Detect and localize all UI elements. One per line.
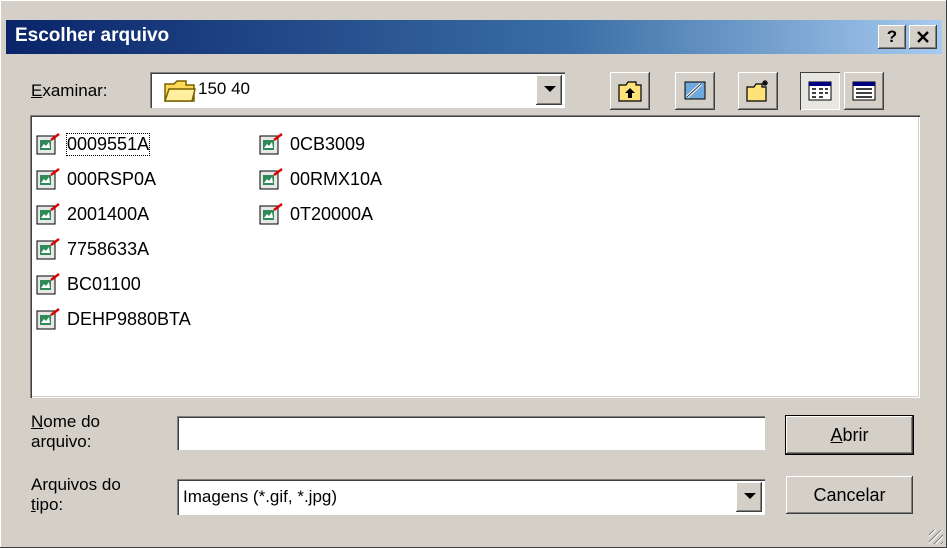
resize-grip[interactable] — [929, 530, 943, 544]
shortcut-file-icon — [258, 202, 286, 226]
file-name: 0CB3009 — [290, 133, 366, 154]
details-view-icon — [852, 81, 876, 101]
file-name: 000RSP0A — [67, 168, 157, 189]
lookin-combo[interactable]: 150 40 — [150, 72, 565, 108]
file-name: 2001400A — [67, 203, 150, 224]
filetype-combo[interactable]: Imagens (*.gif, *.jpg) — [177, 479, 765, 515]
cancel-button[interactable]: Cancelar — [786, 476, 913, 514]
shortcut-file-icon — [35, 272, 63, 296]
shortcut-file-icon — [258, 167, 286, 191]
shortcut-file-icon — [35, 307, 63, 331]
shortcut-file-icon — [35, 167, 63, 191]
filetype-value: Imagens (*.gif, *.jpg) — [183, 487, 338, 506]
file-item[interactable]: 000RSP0A — [35, 164, 156, 194]
file-name: 00RMX10A — [290, 168, 383, 189]
help-button[interactable]: ? — [878, 25, 906, 49]
shortcut-file-icon — [35, 132, 63, 156]
shortcut-file-icon — [35, 237, 63, 261]
file-name: DEHP9880BTA — [67, 308, 191, 329]
filename-label: Nome do arquivo: — [31, 412, 100, 451]
close-icon — [917, 31, 929, 43]
file-open-dialog: Escolher arquivo ? Examinar: 150 40 0009… — [0, 0, 947, 548]
lookin-label: Examinar: — [31, 81, 108, 100]
open-button[interactable]: Abrir — [785, 415, 914, 455]
details-view-button[interactable] — [844, 72, 884, 110]
file-item[interactable]: 0T20000A — [258, 199, 373, 229]
file-name: 7758633A — [67, 238, 150, 259]
file-name: 0T20000A — [290, 203, 374, 224]
list-view-icon — [808, 81, 832, 101]
close-button[interactable] — [909, 25, 937, 49]
file-item[interactable]: 2001400A — [35, 199, 149, 229]
shortcut-file-icon — [258, 132, 286, 156]
dialog-title: Escolher arquivo — [15, 25, 170, 46]
filename-input[interactable] — [177, 416, 765, 450]
new-folder-button[interactable] — [738, 72, 778, 110]
filetype-label: Arquivos do tipo: — [31, 475, 121, 514]
up-one-level-icon — [618, 81, 642, 102]
file-item[interactable]: 00RMX10A — [258, 164, 382, 194]
file-item[interactable]: 0009551A — [35, 129, 151, 159]
file-list[interactable]: 0009551A 000RSP0A 2001400A 7758633A BC01… — [30, 115, 920, 398]
folder-icon — [164, 80, 196, 102]
file-item[interactable]: 7758633A — [35, 234, 149, 264]
desktop-icon — [684, 81, 706, 100]
file-name: 0009551A — [65, 132, 151, 156]
up-one-level-button[interactable] — [610, 72, 650, 110]
new-folder-icon — [746, 80, 768, 102]
file-name: BC01100 — [67, 273, 141, 294]
file-item[interactable]: BC01100 — [35, 269, 141, 299]
list-view-button[interactable] — [800, 72, 840, 110]
desktop-button[interactable] — [675, 72, 715, 110]
file-item[interactable]: DEHP9880BTA — [35, 304, 191, 334]
filetype-dropdown-button[interactable] — [736, 482, 762, 512]
lookin-value: 150 40 — [198, 79, 250, 98]
title-bar[interactable]: Escolher arquivo ? — [6, 20, 942, 54]
shortcut-file-icon — [35, 202, 63, 226]
file-item[interactable]: 0CB3009 — [258, 129, 365, 159]
lookin-dropdown-button[interactable] — [536, 75, 562, 105]
